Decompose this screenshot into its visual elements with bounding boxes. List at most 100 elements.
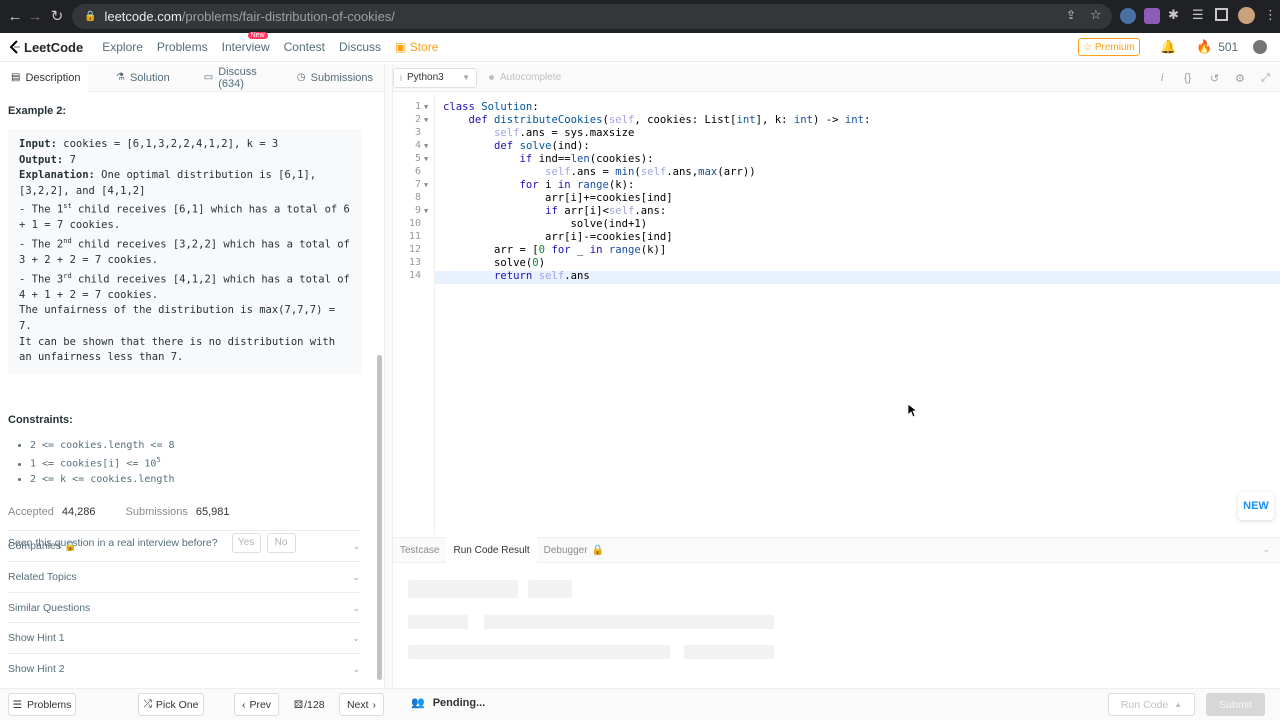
puzzle-extensions-icon[interactable]: ✱ [1168, 7, 1179, 23]
editor-toolbar: i Python3 ▼ Autocomplete [393, 64, 1280, 92]
nav-interview[interactable]: Interview New [222, 32, 270, 54]
user-avatar[interactable] [1253, 40, 1267, 54]
accordion-companies[interactable]: Companies 🔒 ⌄ [8, 530, 360, 561]
tab-submissions[interactable]: ◷ Submissions [286, 64, 384, 92]
code-editor[interactable]: 1 ▼ 2 ▼ 3 4 ▼ 5 ▼ 6 7 ▼ 8 9 ▼ 10 11 12 13 14 c… [393, 94, 1280, 535]
settings-icon[interactable]: ⚙ [1235, 72, 1245, 85]
fullscreen-icon[interactable]: ⤢ [1261, 72, 1270, 85]
code-line-6: self.ans = min(self.ans,max(arr)) [545, 166, 756, 178]
shuffle-icon: ⤮ [143, 698, 152, 710]
constraints-list: 2 <= cookies.length <= 8 1 <= cookies[i]… [8, 438, 368, 488]
line-number: 7 [414, 179, 421, 190]
tab-run-code-result[interactable]: Run Code Result [446, 537, 537, 563]
explanation-line-4: The unfairness of the distribution is ma… [19, 304, 336, 333]
nav-contest[interactable]: Contest [284, 40, 325, 54]
constraints-heading: Constraints: [8, 413, 73, 426]
constraint-item: 2 <= k <= cookies.length [30, 472, 368, 488]
braces-icon[interactable]: {} [1184, 72, 1191, 84]
fold-icon[interactable]: ▼ [424, 116, 428, 124]
loading-skeleton [684, 645, 774, 659]
address-bar[interactable]: 🔒 leetcode.com/problems/fair-distributio… [72, 4, 1112, 29]
tab-debugger[interactable]: Debugger 🔒 [537, 537, 611, 563]
info-icon[interactable]: i [1161, 72, 1163, 84]
loading-skeleton [528, 580, 572, 598]
share-icon[interactable]: ⇪ [1066, 8, 1076, 22]
loading-skeleton [408, 580, 518, 598]
pick-one-label: Pick One [155, 698, 199, 711]
chevron-down-icon: ⌄ [352, 540, 360, 551]
line-number: 4 [414, 140, 421, 151]
example-heading: Example 2: [8, 105, 67, 117]
fold-icon[interactable]: ▼ [424, 142, 428, 150]
fold-icon[interactable]: ▼ [424, 155, 428, 163]
tab-debugger-label: Debugger [543, 544, 588, 556]
tab-solution[interactable]: ⚗ Solution [105, 64, 181, 92]
menu-kebab-icon[interactable]: ⋮ [1264, 7, 1277, 23]
list-icon: ☰ [12, 698, 23, 711]
side-panel-icon[interactable] [1215, 8, 1228, 21]
pending-status: 👥 Pending... [411, 696, 485, 710]
caret-up-icon: ▲ [1174, 700, 1183, 709]
line-3-part-a: - The 3 [19, 273, 64, 286]
reset-icon[interactable]: ↺ [1210, 72, 1219, 85]
pane-resizer[interactable] [384, 64, 393, 688]
code-line-9: if arr[i]<self.ans: [545, 205, 667, 217]
accordion-hint-2-label: Show Hint 2 [8, 663, 65, 675]
acceptance-stats: Accepted 44,286 Submissions 65,981 [8, 506, 368, 518]
bookmark-star-icon[interactable]: ☆ [1090, 7, 1102, 23]
run-code-button[interactable]: Run Code ▲ [1108, 693, 1195, 716]
problem-tabs: ▤ Description ⚗ Solution ▭ Discuss (634) ◷ S… [0, 63, 384, 92]
output-value: 7 [63, 153, 76, 166]
fold-icon[interactable]: ▼ [424, 207, 428, 215]
nav-discuss[interactable]: Discuss [339, 40, 381, 54]
chevron-left-icon: ‹ [241, 698, 246, 711]
code-line-8: arr[i]+=cookies[ind] [443, 192, 673, 204]
leetcode-logo[interactable]: LeetCode [8, 40, 83, 55]
line-number: 3 [414, 127, 421, 138]
line-2-part-a: - The 2 [19, 238, 64, 251]
points-display[interactable]: 🔥 501 [1196, 39, 1238, 55]
nav-problems[interactable]: Problems [157, 40, 208, 54]
code-line-10: solve(ind+1) [443, 218, 648, 230]
clock-icon: ◷ [296, 72, 306, 83]
tab-discuss[interactable]: ▭ Discuss (634) [193, 64, 286, 92]
tab-testcase[interactable]: Testcase [393, 537, 446, 563]
submit-button[interactable]: Submit [1206, 693, 1265, 716]
accordion-hint-2[interactable]: Show Hint 2 ⌄ [8, 653, 360, 684]
prev-button[interactable]: ‹ Prev [234, 693, 279, 716]
line-number: 11 [408, 231, 421, 242]
accordion-related-topics[interactable]: Related Topics ⌄ [8, 561, 360, 592]
line-gutter: 1 ▼ 2 ▼ 3 4 ▼ 5 ▼ 6 7 ▼ 8 9 ▼ 10 11 12 13 14 [393, 94, 435, 535]
extension-m-icon[interactable] [1144, 8, 1160, 24]
reading-list-icon[interactable]: ☰ [1192, 7, 1204, 23]
nav-explore[interactable]: Explore [102, 40, 143, 54]
line-number: 14 [408, 270, 421, 281]
chevron-down-icon[interactable]: ⌄ [1262, 544, 1270, 555]
extension-icon[interactable] [1120, 8, 1136, 24]
tab-solution-label: Solution [129, 71, 170, 84]
tab-description[interactable]: ▤ Description [0, 63, 88, 92]
pick-one-button[interactable]: ⤮ Pick One [138, 693, 204, 716]
premium-button[interactable]: ☆ Premium [1078, 38, 1140, 56]
fold-icon[interactable]: ▼ [424, 103, 428, 111]
fire-icon: 🔥 [1196, 39, 1213, 54]
lock-icon: 🔒 [64, 541, 77, 552]
next-button[interactable]: Next › [339, 693, 384, 716]
reload-icon[interactable]: ↻ [44, 3, 70, 29]
accordion-hint-1[interactable]: Show Hint 1 ⌄ [8, 622, 360, 653]
chevron-down-icon: ⌄ [352, 571, 360, 582]
bell-icon[interactable]: 🔔 [1160, 39, 1176, 55]
problems-list-button[interactable]: ☰ Problems [8, 693, 76, 716]
code-line-1: class Solution: [443, 101, 539, 113]
submissions-label: Submissions [125, 505, 188, 518]
accordion-similar-questions[interactable]: Similar Questions ⌄ [8, 592, 360, 623]
new-feature-button[interactable]: NEW [1238, 492, 1274, 520]
language-select[interactable]: i Python3 ▼ [393, 67, 477, 88]
fold-icon[interactable]: ▼ [424, 181, 428, 189]
profile-avatar[interactable] [1238, 7, 1255, 24]
description-scrollbar[interactable] [377, 355, 382, 680]
flask-icon: ⚗ [116, 72, 125, 83]
autocomplete-toggle[interactable]: Autocomplete [489, 72, 561, 83]
example-block: Input: cookies = [6,1,3,2,2,4,1,2], k = … [8, 129, 362, 374]
nav-store[interactable]: ▣ Store [395, 40, 438, 54]
